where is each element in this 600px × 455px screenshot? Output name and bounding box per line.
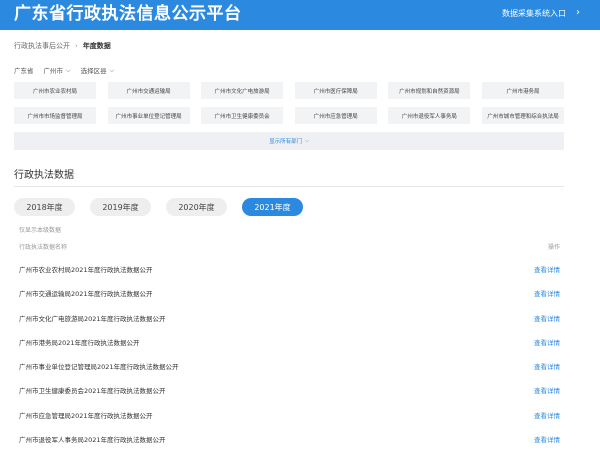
column-header-operation: 操作 bbox=[547, 244, 560, 251]
chevron-right-icon: › bbox=[75, 42, 78, 50]
scope-note: 仅显示本级数据 bbox=[19, 227, 62, 234]
department-chip[interactable]: 广州市规划和自然资源局 bbox=[388, 82, 471, 99]
view-details-link[interactable]: 查看详情 bbox=[534, 289, 560, 299]
table-row: 广州市退役军人事务局2021年度行政执法数据公开 查看详情 bbox=[19, 435, 560, 455]
row-title: 广州市农业农村局2021年度行政执法数据公开 bbox=[19, 266, 153, 274]
department-chip[interactable]: 广州市城市管理和综合执法局 bbox=[481, 107, 564, 124]
chevron-down-icon: ⌵ bbox=[66, 67, 71, 74]
table-header: 行政执法数据名称 操作 bbox=[19, 243, 560, 253]
department-grid: 广州市农业农村局 广州市交通运输局 广州市文化广电旅游局 广州市医疗保障局 广州… bbox=[14, 82, 564, 124]
column-header-name: 行政执法数据名称 bbox=[19, 244, 68, 251]
chevron-right-icon[interactable]: › bbox=[576, 6, 580, 20]
section-divider bbox=[14, 186, 564, 187]
row-title: 广州市文化广电旅游局2021年度行政执法数据公开 bbox=[19, 314, 166, 323]
breadcrumb-parent-link[interactable]: 行政执法事后公开 bbox=[14, 42, 70, 50]
row-title: 广州市应急管理局2021年度行政执法数据公开 bbox=[19, 411, 153, 420]
view-details-link[interactable]: 查看详情 bbox=[534, 338, 560, 348]
city-dropdown[interactable]: 广州市 ⌵ bbox=[44, 66, 71, 76]
province-label: 广东省 bbox=[14, 67, 34, 75]
show-all-label: 显示所有部门 bbox=[269, 139, 303, 145]
table-row: 广州市事业单位登记管理局2021年度行政执法数据公开 查看详情 bbox=[19, 362, 560, 386]
section-title: 行政执法数据 bbox=[14, 170, 74, 181]
view-details-link[interactable]: 查看详情 bbox=[534, 265, 560, 275]
department-chip[interactable]: 广州市事业单位登记管理局 bbox=[107, 107, 190, 124]
platform-title: 广东省行政执法信息公示平台 bbox=[14, 4, 242, 24]
row-title: 广州市卫生健康委员会2021年度行政执法数据公开 bbox=[19, 387, 166, 396]
district-dropdown[interactable]: 选择区县 ⌵ bbox=[81, 66, 115, 76]
department-chip[interactable]: 广州市应急管理局 bbox=[294, 107, 377, 124]
data-collection-entry-link[interactable]: 数据采集系统入口 bbox=[502, 8, 566, 20]
city-label: 广州市 bbox=[43, 67, 64, 75]
department-chip[interactable]: 广州市卫生健康委员会 bbox=[201, 107, 284, 124]
table-row: 广州市农业农村局2021年度行政执法数据公开 查看详情 bbox=[19, 265, 560, 289]
table-row: 广州市港务局2021年度行政执法数据公开 查看详情 bbox=[19, 338, 560, 362]
table-row: 广州市交通运输局2021年度行政执法数据公开 查看详情 bbox=[19, 289, 560, 313]
view-details-link[interactable]: 查看详情 bbox=[534, 411, 560, 421]
row-title: 广州市交通运输局2021年度行政执法数据公开 bbox=[19, 290, 153, 299]
department-chip[interactable]: 广州市退役军人事务局 bbox=[388, 107, 471, 124]
row-title: 广州市港务局2021年度行政执法数据公开 bbox=[19, 338, 140, 347]
row-title: 广州市退役军人事务局2021年度行政执法数据公开 bbox=[19, 436, 166, 445]
breadcrumb-current: 年度数据 bbox=[82, 42, 111, 50]
row-title: 广州市事业单位登记管理局2021年度行政执法数据公开 bbox=[19, 363, 179, 372]
view-details-link[interactable]: 查看详情 bbox=[534, 435, 560, 445]
chevron-down-icon: ⌵ bbox=[109, 67, 115, 74]
tab-2019[interactable]: 2019年度 bbox=[90, 198, 151, 216]
view-details-link[interactable]: 查看详情 bbox=[534, 314, 560, 324]
region-selector: 广东省 广州市 ⌵ 选择区县 ⌵ bbox=[14, 66, 124, 76]
tab-2018[interactable]: 2018年度 bbox=[14, 198, 75, 216]
department-chip[interactable]: 广州市交通运输局 bbox=[107, 82, 190, 99]
year-tabs: 2018年度 2019年度 2020年度 2021年度 bbox=[14, 198, 318, 216]
breadcrumb: 行政执法事后公开 › 年度数据 bbox=[14, 41, 111, 51]
table-row: 广州市应急管理局2021年度行政执法数据公开 查看详情 bbox=[19, 411, 560, 435]
view-details-link[interactable]: 查看详情 bbox=[534, 386, 560, 396]
department-chip[interactable]: 广州市农业农村局 bbox=[14, 82, 96, 99]
department-chip[interactable]: 广州市市场监督管理局 bbox=[14, 107, 96, 124]
top-header: 广东省行政执法信息公示平台 数据采集系统入口 › bbox=[0, 0, 600, 30]
view-details-link[interactable]: 查看详情 bbox=[534, 362, 560, 372]
table-row: 广州市文化广电旅游局2021年度行政执法数据公开 查看详情 bbox=[19, 314, 560, 338]
show-all-departments-button[interactable]: 显示所有部门 ⌵ bbox=[14, 132, 564, 150]
department-chip[interactable]: 广州市医疗保障局 bbox=[294, 82, 377, 99]
province-selector[interactable]: 广东省 bbox=[14, 66, 34, 76]
tab-2021[interactable]: 2021年度 bbox=[242, 198, 303, 216]
data-table: 广州市农业农村局2021年度行政执法数据公开 查看详情 广州市交通运输局2021年… bbox=[19, 265, 560, 455]
tab-2020[interactable]: 2020年度 bbox=[166, 198, 227, 216]
table-row: 广州市卫生健康委员会2021年度行政执法数据公开 查看详情 bbox=[19, 386, 560, 410]
district-label: 选择区县 bbox=[80, 67, 107, 75]
department-chip[interactable]: 广州市港务局 bbox=[481, 82, 564, 99]
department-chip[interactable]: 广州市文化广电旅游局 bbox=[201, 82, 284, 99]
chevron-down-icon: ⌵ bbox=[305, 138, 309, 144]
